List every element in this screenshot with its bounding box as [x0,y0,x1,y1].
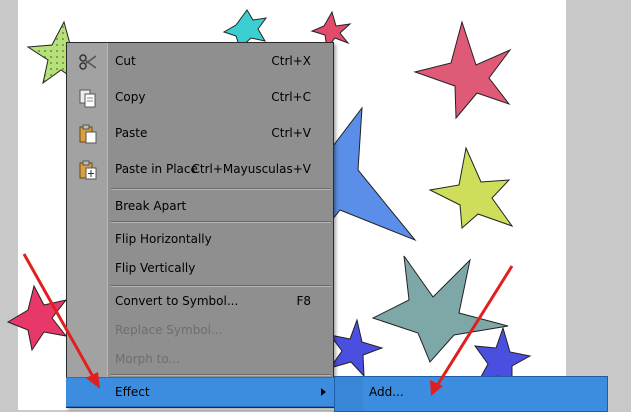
menu-item-shortcut: F8 [296,294,311,308]
menu-item-convert-to-symbol[interactable]: Convert to Symbol... F8 [67,287,333,315]
menu-item-break-apart[interactable]: Break Apart [67,192,333,220]
paste-icon [78,124,98,144]
menu-item-paste-in-place[interactable]: Paste in Place Ctrl+Mayusculas+V [67,155,333,183]
menu-item-label: Paste [115,126,148,140]
menu-item-morph-to[interactable]: Morph to... [67,345,333,373]
menu-item-flip-vertically[interactable]: Flip Vertically [67,254,333,282]
context-menu: Cut Ctrl+X Copy Ctrl+C Paste Ctrl+V Past… [66,42,334,408]
effect-submenu: Add... [334,376,608,412]
menu-item-copy[interactable]: Copy Ctrl+C [67,83,333,111]
scissors-icon [78,52,98,72]
menu-item-label: Flip Horizontally [115,232,212,246]
menu-item-label: Morph to... [115,352,180,366]
submenu-arrow-icon [321,388,326,396]
menu-separator [111,221,331,223]
menu-item-label: Convert to Symbol... [115,294,239,308]
star-shape[interactable] [371,255,509,363]
menu-separator [111,374,331,376]
menu-separator [111,188,331,190]
submenu-item-add[interactable]: Add... [369,377,404,407]
menu-item-cut[interactable]: Cut Ctrl+X [67,47,333,75]
menu-item-label: Cut [115,54,136,68]
menu-item-label: Replace Symbol... [115,323,223,337]
menu-item-label: Effect [115,385,150,399]
star-shape[interactable] [328,318,384,378]
menu-item-shortcut: Ctrl+C [271,90,311,104]
menu-item-label: Flip Vertically [115,261,196,275]
paste-in-place-icon [78,160,98,180]
submenu-icon-gutter [335,377,363,411]
star-shape[interactable] [6,284,68,352]
copy-icon [78,88,98,108]
menu-item-replace-symbol[interactable]: Replace Symbol... [67,316,333,344]
menu-item-label: Paste in Place [115,162,198,176]
menu-item-effect[interactable]: Effect [66,377,334,407]
star-shape[interactable] [329,106,417,242]
menu-item-paste[interactable]: Paste Ctrl+V [67,119,333,147]
menu-item-shortcut: Ctrl+X [271,54,311,68]
menu-item-shortcut: Ctrl+V [271,126,311,140]
menu-item-label: Copy [115,90,146,104]
menu-item-label: Break Apart [115,199,187,213]
menu-item-shortcut: Ctrl+Mayusculas+V [191,162,311,176]
star-shape[interactable] [413,20,512,120]
star-shape[interactable] [428,146,514,230]
menu-item-flip-horizontally[interactable]: Flip Horizontally [67,225,333,253]
screenshot: Cut Ctrl+X Copy Ctrl+C Paste Ctrl+V Past… [0,0,631,412]
